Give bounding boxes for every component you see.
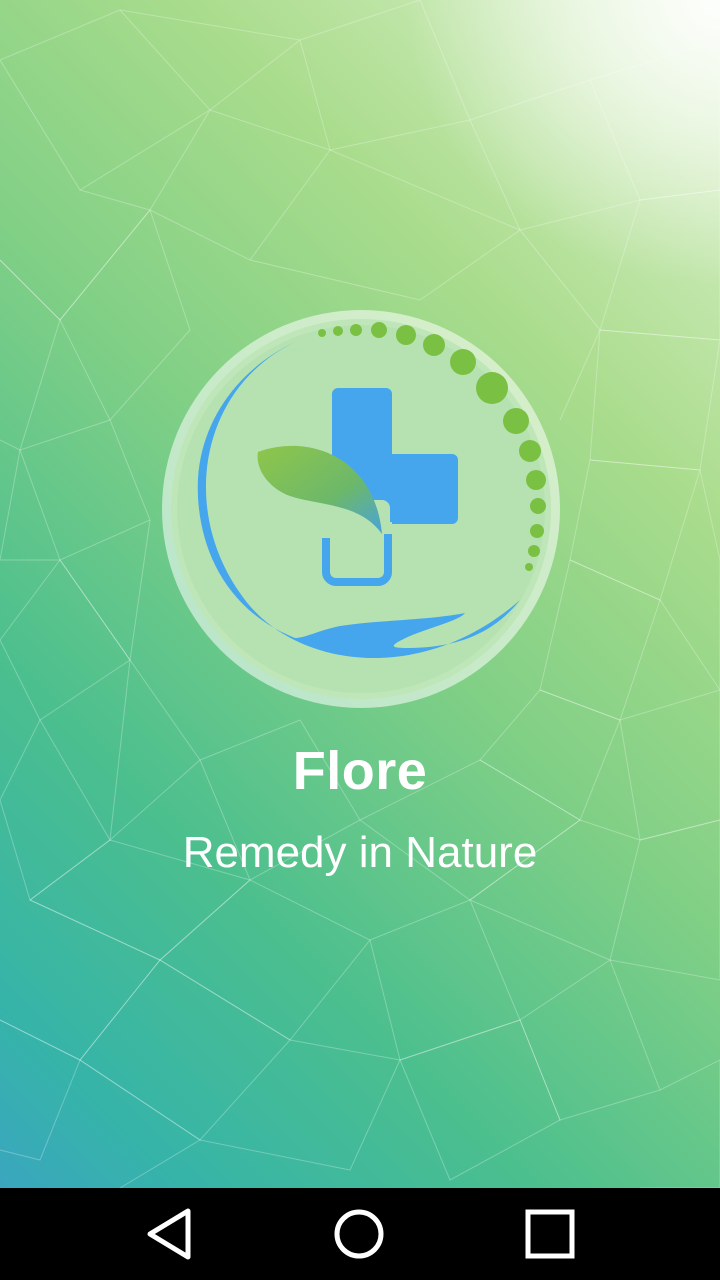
- splash-background: Flore Remedy in Nature: [0, 0, 720, 1188]
- back-triangle-icon: [147, 1208, 191, 1260]
- system-navigation-bar: [0, 1188, 720, 1280]
- recents-button[interactable]: [490, 1188, 610, 1280]
- app-tagline: Remedy in Nature: [182, 828, 538, 877]
- home-button[interactable]: [299, 1188, 419, 1280]
- home-circle-icon: [334, 1209, 384, 1259]
- app-logo: [162, 310, 560, 708]
- recents-square-icon: [525, 1209, 575, 1259]
- back-button[interactable]: [110, 1188, 230, 1280]
- app-title: Flore: [292, 741, 428, 801]
- splash-screen: Flore Remedy in Nature: [0, 0, 720, 1280]
